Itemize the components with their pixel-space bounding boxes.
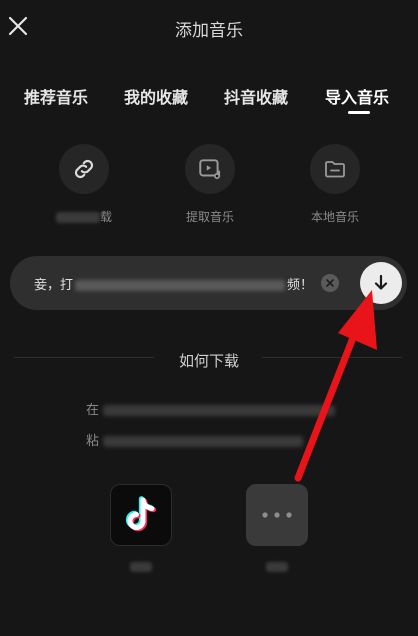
app-tiktok[interactable]: [110, 484, 172, 576]
source-extract-music[interactable]: 提取音乐: [170, 144, 250, 225]
download-button[interactable]: [360, 262, 402, 304]
how-to-title: 如何下载: [178, 352, 239, 370]
source-link-download[interactable]: 载: [44, 144, 124, 225]
link-icon: [74, 159, 94, 179]
link-input-field[interactable]: 妾，打 频！: [10, 256, 407, 310]
source-label-local: 本地音乐: [310, 210, 359, 224]
redacted-text: [266, 562, 288, 572]
source-label-extract: 提取音乐: [185, 210, 234, 224]
clear-button[interactable]: [321, 274, 339, 292]
app-more[interactable]: [246, 484, 308, 576]
source-label-link: 载: [99, 210, 112, 224]
close-icon: [326, 279, 334, 287]
redacted-text: [55, 212, 100, 223]
folder-icon: [325, 161, 345, 178]
download-arrow-icon: [374, 274, 388, 290]
redacted-text: [130, 562, 152, 572]
video-music-icon: [199, 159, 221, 180]
tab-recommended[interactable]: 推荐音乐: [24, 84, 88, 108]
tab-active-indicator: [348, 111, 370, 114]
redacted-text: [103, 436, 304, 447]
redacted-text: [103, 405, 336, 416]
tab-douyin-favorites[interactable]: 抖音收藏: [224, 84, 288, 108]
instruction-line-2: 粘: [86, 430, 304, 449]
instruction-prefix-2: 粘: [86, 434, 100, 449]
tab-my-favorites[interactable]: 我的收藏: [124, 84, 188, 108]
page-title: 添加音乐: [175, 21, 243, 41]
tab-import-music[interactable]: 导入音乐: [325, 84, 389, 108]
more-icon: [262, 512, 292, 518]
header: 添加音乐: [0, 0, 418, 56]
redacted-text: [75, 280, 286, 291]
source-local-music[interactable]: 本地音乐: [295, 144, 375, 225]
link-text-prefix: 妾，打: [34, 278, 74, 293]
instruction-line-1: 在: [86, 399, 336, 418]
tiktok-icon: [125, 496, 157, 532]
link-text-suffix: 频！: [287, 278, 314, 293]
instruction-prefix-1: 在: [86, 403, 100, 418]
tab-bar: 推荐音乐 我的收藏 抖音收藏 导入音乐: [0, 84, 418, 124]
